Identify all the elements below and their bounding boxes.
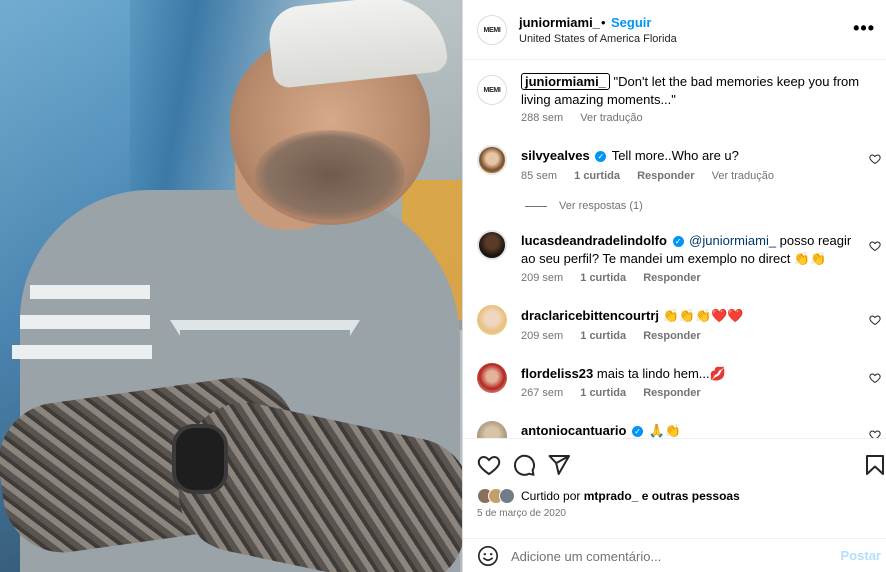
comment-bubble-icon[interactable] [512,453,536,477]
verified-badge-icon: ✓ [595,151,607,163]
comment-likes[interactable]: 1 curtida [580,330,626,342]
reply-button[interactable]: Responder [643,272,700,284]
verified-badge-icon: ✓ [672,236,684,248]
comment-likes[interactable]: 1 curtida [580,272,626,284]
like-comment-icon[interactable] [869,429,881,438]
comment-avatar[interactable] [477,421,507,438]
comment-text: flordeliss23 mais ta lindo hem...💋 [521,365,861,383]
caption-translate[interactable]: Ver tradução [580,112,642,124]
photo-shirt-stripe [30,285,150,299]
like-comment-icon[interactable] [869,372,881,384]
comment-username[interactable]: lucasdeandradelindolfo [521,233,667,248]
comment-likes[interactable]: 1 curtida [574,170,620,182]
liked-by-suffix[interactable]: e outras pessoas [638,489,740,503]
comment-time[interactable]: 209 sem [521,272,563,284]
comment-meta: 209 sem 1 curtida Responder [521,330,715,342]
comment-meta: 267 sem 1 curtida Responder [521,387,715,399]
comment-avatar[interactable] [477,363,507,393]
share-send-icon[interactable] [547,453,571,477]
comment-body: Tell more..Who are u? [611,148,739,163]
verified-badge-icon: ✓ [632,426,644,438]
comment-text: silvyealves ✓ Tell more..Who are u? [521,147,861,165]
comment-input[interactable] [511,543,811,569]
photo-shirt-stripe [20,315,150,329]
photo-watch [172,424,228,494]
reply-button[interactable]: Responder [643,387,700,399]
comment-username[interactable]: antoniocantuario [521,423,626,438]
post-location[interactable]: United States of America Florida [519,33,677,45]
save-bookmark-icon[interactable] [863,453,886,477]
liked-by-user[interactable]: mtprado_ [584,489,639,503]
replies-divider [525,205,547,207]
comment-time[interactable]: 85 sem [521,170,557,182]
emoji-icon[interactable] [477,545,499,567]
comment-text: draclaricebittencourtrj 👏👏👏❤️❤️ [521,307,861,325]
caption-time[interactable]: 288 sem [521,112,563,124]
comment-body: 👏👏👏❤️❤️ [662,308,744,323]
comment-avatar[interactable] [477,305,507,335]
comment-body: mais ta lindo hem...💋 [596,366,726,381]
photo-beard [255,130,405,220]
caption: juniormiami_ "Don't let the bad memories… [521,73,861,109]
post-header: MEMI juniormiami_ • Seguir United States… [463,0,886,60]
comment-username[interactable]: flordeliss23 [521,366,593,381]
translate-button[interactable]: Ver tradução [712,170,774,182]
avatar-logo-text: MEMI [483,86,501,94]
comment-username[interactable]: draclaricebittencourtrj [521,308,659,323]
photo-shirt-stripe [12,345,152,359]
author-avatar[interactable]: MEMI [477,15,507,45]
comment-avatar[interactable] [477,230,507,260]
caption-username[interactable]: juniormiami_ [521,73,610,90]
comment-text: lucasdeandradelindolfo ✓ @juniormiami_ p… [521,232,861,268]
reply-button[interactable]: Responder [637,170,694,182]
author-username[interactable]: juniormiami_ [519,15,600,30]
post-comment-button[interactable]: Postar [841,548,881,563]
view-replies-label: Ver respostas (1) [559,200,643,212]
comment-mention[interactable]: @juniormiami_ [689,233,776,248]
liker-avatar [499,488,515,504]
comment-time[interactable]: 267 sem [521,387,563,399]
liked-by-prefix: Curtido por [521,489,584,503]
like-comment-icon[interactable] [869,240,881,252]
more-options-icon[interactable]: ••• [853,18,875,39]
comments-list[interactable]: MEMI juniormiami_ "Don't let the bad mem… [463,61,886,438]
post-actions: Curtido por mtprado_ e outras pessoas 5 … [463,438,886,538]
comment-avatar[interactable] [477,145,507,175]
comment-meta: 85 sem 1 curtida Responder Ver tradução [521,170,788,182]
view-replies-button[interactable]: Ver respostas (1) [525,200,643,212]
comment-username[interactable]: silvyealves [521,148,590,163]
comment-text: antoniocantuario ✓ 🙏👏 [521,422,861,438]
caption-meta: 288 sem Ver tradução [521,112,657,124]
comment-meta: 209 sem 1 curtida Responder [521,272,715,284]
post-sidebar: MEMI juniormiami_ • Seguir United States… [462,0,886,572]
separator-dot: • [601,15,606,30]
comment-body: 🙏👏 [648,423,682,438]
post-photo[interactable] [0,0,462,572]
comment-likes[interactable]: 1 curtida [580,387,626,399]
like-heart-icon[interactable] [477,453,501,477]
comment-time[interactable]: 209 sem [521,330,563,342]
liked-by-text: Curtido por mtprado_ e outras pessoas [521,489,740,503]
liked-by[interactable]: Curtido por mtprado_ e outras pessoas [477,487,740,505]
follow-button[interactable]: Seguir [611,15,651,30]
like-comment-icon[interactable] [869,314,881,326]
reply-button[interactable]: Responder [643,330,700,342]
avatar-logo-text: MEMI [483,26,501,34]
like-comment-icon[interactable] [869,153,881,165]
add-comment-bar: Postar [463,538,886,572]
post-date[interactable]: 5 de março de 2020 [477,508,566,519]
caption-avatar[interactable]: MEMI [477,75,507,105]
